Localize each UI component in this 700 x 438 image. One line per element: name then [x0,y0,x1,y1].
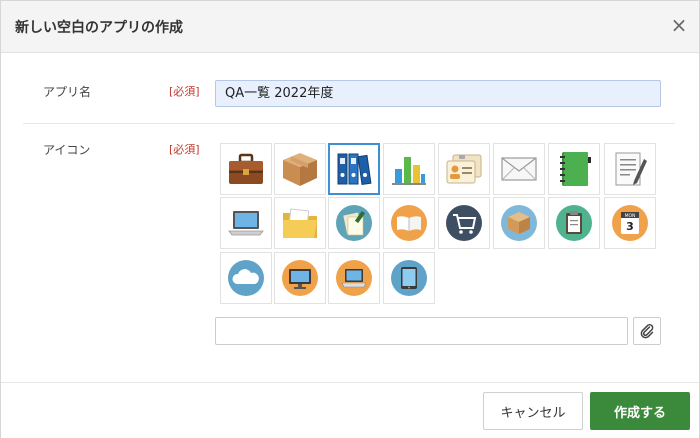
icon-tile-open-book[interactable] [383,197,435,249]
icon-tile-box-circle[interactable] [493,197,545,249]
document-circle-icon [336,205,372,241]
icon-tile-laptop-circle[interactable] [328,252,380,304]
icon-tile-document-circle[interactable] [328,197,380,249]
bar-chart-icon [392,157,426,185]
app-name-label: アプリ名 [43,85,92,99]
icon-tile-tablet[interactable] [383,252,435,304]
laptop-circle-icon [336,260,372,296]
custom-icon-file-input[interactable] [215,317,628,345]
icon-tile-monitor[interactable] [274,252,326,304]
calendar-month-text: MON [625,213,636,219]
attach-file-button[interactable] [633,317,661,345]
icon-tile-green-notebook[interactable] [548,143,600,195]
cloud-icon [228,260,264,296]
id-cards-icon [446,154,482,184]
dialog-title: 新しい空白のアプリの作成 [15,20,183,36]
icon-tile-document-pen[interactable] [604,143,656,195]
clipboard-icon [556,205,592,241]
icon-tile-binders[interactable] [328,143,380,195]
tablet-icon [391,260,427,296]
open-book-icon [391,205,427,241]
cancel-button[interactable]: キャンセル [483,392,583,430]
create-button[interactable]: 作成する [590,392,690,430]
icon-tile-briefcase[interactable] [220,143,272,195]
calendar-day-text: 3 [626,220,634,233]
create-app-dialog: 新しい空白のアプリの作成 × アプリ名 [必須] QA一覧 2022年度 アイコ… [0,0,700,438]
calendar-icon: MON 3 [612,205,648,241]
briefcase-icon [229,153,263,184]
icon-tile-shopping-cart[interactable] [438,197,490,249]
icon-tile-bar-chart[interactable] [383,143,435,195]
green-notebook-icon [560,152,591,186]
section-divider [23,123,675,124]
icon-tile-calendar[interactable]: MON 3 [604,197,656,249]
icon-required-badge: [必須] [169,143,200,156]
app-name-required-badge: [必須] [169,85,200,98]
envelope-icon [501,157,537,181]
icon-tile-laptop[interactable] [220,197,272,249]
box-circle-icon [501,205,537,241]
icon-label: アイコン [43,143,91,157]
document-pen-icon [615,152,647,186]
icon-tile-id-cards[interactable] [438,143,490,195]
app-name-input[interactable]: QA一覧 2022年度 [215,80,661,107]
close-icon[interactable]: × [669,15,689,35]
icon-tile-envelope[interactable] [493,143,545,195]
monitor-icon [282,260,318,296]
cardboard-box-icon [283,153,317,186]
icon-tile-folder[interactable] [274,197,326,249]
icon-tile-cloud[interactable] [220,252,272,304]
paperclip-icon [640,323,654,339]
shopping-cart-icon [446,205,482,241]
dialog-header: 新しい空白のアプリの作成 × [1,1,699,53]
icon-tile-clipboard[interactable] [548,197,600,249]
binders-icon [337,153,372,185]
laptop-icon [228,211,264,236]
folder-icon [283,208,317,238]
icon-tile-cardboard-box[interactable] [274,143,326,195]
